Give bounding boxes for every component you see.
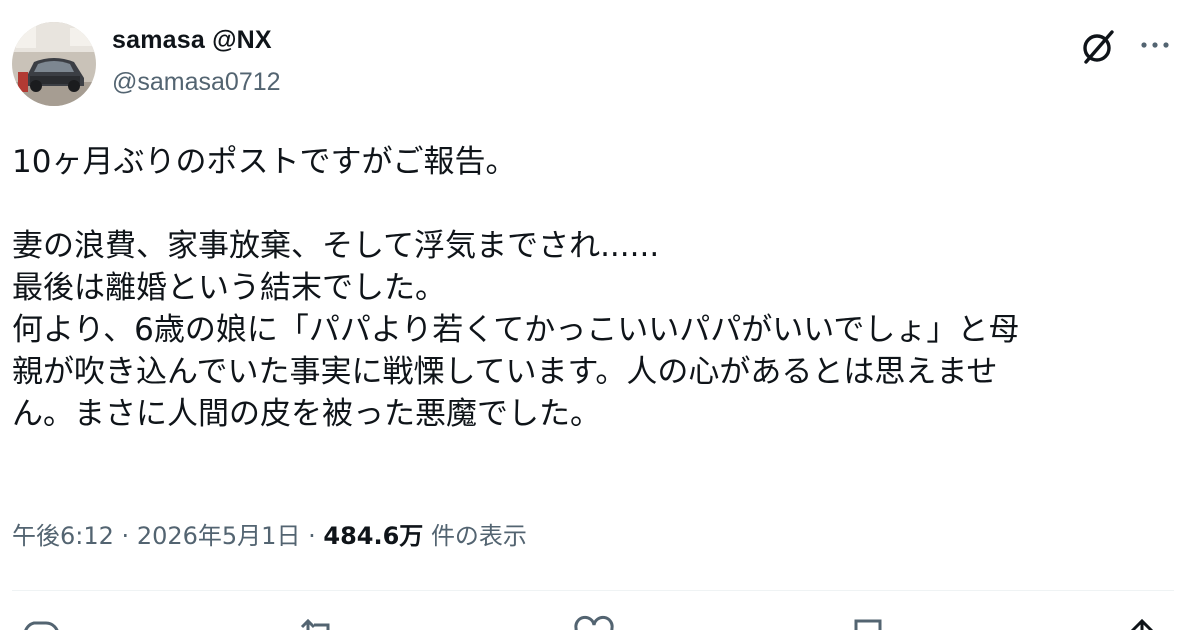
more-icon[interactable]	[1136, 30, 1176, 60]
post-line: 10ヶ月ぶりのポストですがご報告。	[12, 144, 517, 180]
meta-separator: ·	[308, 522, 316, 550]
like-icon	[574, 615, 614, 630]
avatar-image	[12, 22, 96, 106]
post-date[interactable]: 2026年5月1日	[137, 522, 301, 550]
like-button[interactable]	[572, 615, 616, 630]
post-line-blank	[12, 183, 1182, 225]
reply-icon	[24, 621, 59, 630]
bookmark-icon	[854, 619, 882, 630]
post-line: 親が吹き込んでいた事実に戦慄しています。人の心があるとは思えませ	[12, 354, 998, 390]
post-line: 最後は離婚という結末でした。	[12, 270, 446, 306]
post-text: 10ヶ月ぶりのポストですがご報告。 妻の浪費、家事放棄、そして浮気までされ...…	[12, 141, 1182, 435]
views-count: 484.6万	[323, 522, 424, 550]
post-meta: 午後6:12 · 2026年5月1日 · 484.6万 件の表示	[12, 516, 527, 551]
author-display-name[interactable]: samasa @NX	[112, 26, 272, 55]
avatar[interactable]	[12, 22, 96, 106]
reply-button[interactable]	[20, 615, 60, 630]
post-time[interactable]: 午後6:12	[12, 522, 114, 550]
post-line: 何より、6歳の娘に「パパより若くてかっこいいパパがいいでしょ」と母	[12, 312, 1020, 348]
meta-separator: ·	[121, 522, 130, 550]
share-icon	[1130, 618, 1154, 630]
divider	[12, 590, 1174, 591]
author-handle[interactable]: @samasa0712	[112, 68, 281, 97]
bookmark-button[interactable]	[848, 615, 888, 630]
grok-icon[interactable]	[1080, 26, 1116, 66]
post-line: ん。まさに人間の皮を被った悪魔でした。	[12, 396, 601, 432]
share-button[interactable]	[1122, 615, 1162, 630]
repost-icon	[300, 618, 330, 630]
repost-button[interactable]	[296, 615, 340, 630]
post-line: 妻の浪費、家事放棄、そして浮気までされ......	[12, 228, 660, 264]
views-label: 件の表示	[430, 522, 527, 550]
